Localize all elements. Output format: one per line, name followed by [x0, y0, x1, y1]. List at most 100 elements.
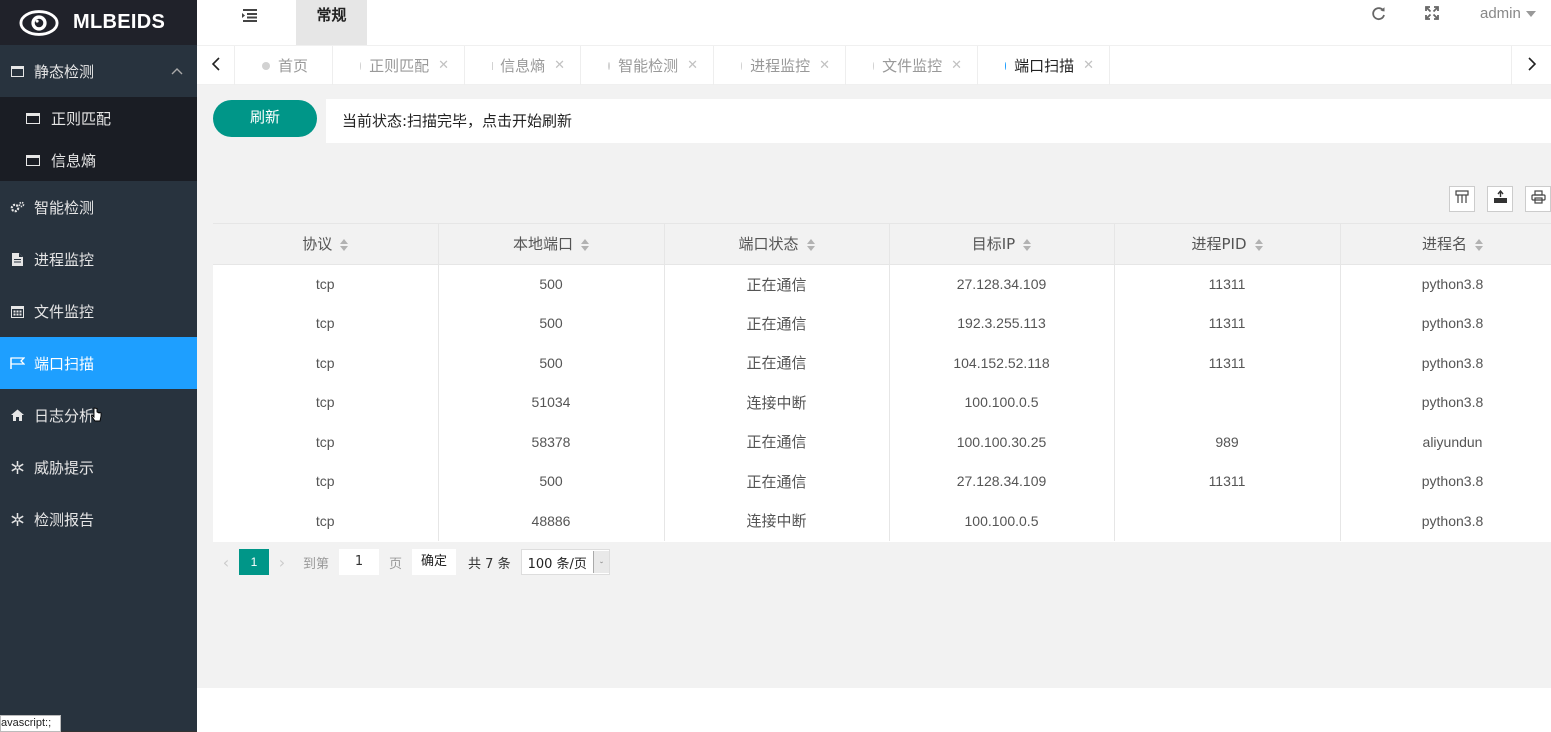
close-icon[interactable]: ✕ [1083, 58, 1094, 73]
column-header-process-name[interactable]: 进程名 [1340, 224, 1551, 265]
cell-target-ip: 27.128.34.109 [889, 264, 1115, 304]
cell-port-status: 正在通信 [664, 422, 890, 462]
prev-page-button[interactable]: ‹ [213, 553, 239, 572]
tab-process-monitor[interactable]: 进程监控 ✕ [714, 46, 846, 85]
print-button[interactable] [1525, 186, 1551, 212]
sidebar-item-label: 智能检测 [34, 198, 95, 217]
cell-process-name: python3.8 [1340, 343, 1551, 383]
tab-port-scan[interactable]: 端口扫描 ✕ [978, 46, 1110, 85]
refresh-button[interactable]: 刷新 [213, 100, 317, 137]
goto-suffix: 页 [389, 556, 403, 572]
cell-process-pid: 11311 [1114, 343, 1341, 383]
cell-protocol: tcp [213, 303, 439, 343]
table-row[interactable]: tcp 500 正在通信 192.3.255.113 11311 python3… [213, 303, 1551, 343]
cell-local-port: 48886 [438, 501, 665, 541]
scan-status-text: 当前状态:扫描完毕，点击开始刷新 [326, 99, 1551, 143]
refresh-icon[interactable] [1371, 6, 1387, 24]
column-header-port-status[interactable]: 端口状态 [664, 224, 890, 265]
sidebar-item-regex-match[interactable]: 正则匹配 [0, 97, 197, 139]
column-header-label: 协议 [302, 235, 333, 254]
goto-page-input[interactable]: 1 [339, 549, 380, 575]
tab-label: 正则匹配 [369, 57, 430, 75]
main-content: 刷新 当前状态:扫描完毕，点击开始刷新 协议 本地端口 端口状态 目标IP 进程… [197, 85, 1551, 688]
browser-status-link: avascript:; [0, 715, 61, 732]
sidebar-item-detection-report[interactable]: 检测报告 [0, 493, 197, 545]
column-header-local-port[interactable]: 本地端口 [438, 224, 665, 265]
chevron-up-icon [171, 64, 183, 78]
close-icon[interactable]: ✕ [554, 58, 565, 73]
snowflake-icon [9, 512, 25, 526]
cell-process-pid: 11311 [1114, 264, 1341, 304]
columns-filter-button[interactable] [1449, 186, 1475, 212]
cell-process-name: aliyundun [1340, 422, 1551, 462]
close-icon[interactable]: ✕ [819, 58, 830, 73]
column-header-protocol[interactable]: 协议 [213, 224, 439, 265]
sidebar-item-threat-alerts[interactable]: 威胁提示 [0, 441, 197, 493]
sort-icon[interactable] [806, 238, 815, 251]
cell-target-ip: 100.100.0.5 [889, 382, 1115, 422]
close-icon[interactable]: ✕ [438, 58, 449, 73]
sidebar-item-entropy[interactable]: 信息熵 [0, 139, 197, 181]
sidebar-item-label: 检测报告 [34, 510, 95, 529]
sort-icon[interactable] [1475, 238, 1483, 251]
table-row[interactable]: tcp 51034 连接中断 100.100.0.5 python3.8 [213, 382, 1551, 422]
cell-target-ip: 100.100.0.5 [889, 501, 1115, 541]
tab-file-monitor[interactable]: 文件监控 ✕ [846, 46, 978, 85]
goto-confirm-button[interactable]: 确定 [412, 549, 457, 575]
sidebar-item-label: 信息熵 [51, 151, 97, 170]
page-size-select[interactable]: 100 条/页 [520, 549, 610, 575]
brand-name: MLBEIDS [73, 11, 166, 33]
cell-local-port: 500 [438, 461, 665, 501]
sidebar-item-log-analysis[interactable]: 日志分析 [0, 389, 197, 441]
cell-port-status: 正在通信 [664, 303, 890, 343]
tab-home[interactable]: 首页 [235, 46, 333, 85]
tab-label: 进程监控 [750, 57, 811, 75]
user-menu[interactable]: admin [1480, 5, 1536, 22]
sidebar-item-file-monitor[interactable]: 文件监控 [0, 285, 197, 337]
status-dot [741, 61, 743, 70]
next-page-button[interactable]: › [269, 553, 295, 572]
table-row[interactable]: tcp 500 正在通信 27.128.34.109 11311 python3… [213, 264, 1551, 304]
cell-process-name: python3.8 [1340, 501, 1551, 541]
flag-icon [9, 357, 25, 369]
close-icon[interactable]: ✕ [687, 58, 698, 73]
print-icon [1530, 190, 1546, 208]
sidebar-item-label: 端口扫描 [34, 354, 95, 373]
pagination: ‹ 1 › 到第 1 页 确定 共 7 条 100 条/页 [213, 549, 610, 575]
tabs-scroll-right-button[interactable] [1511, 46, 1551, 85]
sidebar-item-static-detection[interactable]: 静态检测 [0, 45, 197, 97]
tab-label: 信息熵 [500, 57, 546, 75]
sort-icon[interactable] [1254, 238, 1263, 251]
cell-process-pid [1114, 382, 1341, 422]
status-dot [360, 61, 362, 70]
column-header-process-pid[interactable]: 进程PID [1114, 224, 1341, 265]
menu-toggle-icon[interactable] [241, 8, 259, 24]
calendar-icon [9, 305, 25, 318]
home-icon [9, 409, 25, 421]
sidebar-item-port-scan[interactable]: 端口扫描 [0, 337, 197, 389]
sort-icon[interactable] [581, 238, 589, 251]
sidebar-item-smart-detection[interactable]: 智能检测 [0, 181, 197, 233]
page-size-value: 100 条/页 [527, 556, 587, 572]
page-number-current[interactable]: 1 [239, 549, 269, 575]
sort-icon[interactable] [340, 238, 349, 251]
tab-regex-match[interactable]: 正则匹配 ✕ [333, 46, 465, 85]
table-row[interactable]: tcp 500 正在通信 104.152.52.118 11311 python… [213, 343, 1551, 383]
tabs-scroll-left-button[interactable] [197, 46, 235, 85]
table-row[interactable]: tcp 500 正在通信 27.128.34.109 11311 python3… [213, 461, 1551, 501]
tab-entropy[interactable]: 信息熵 ✕ [465, 46, 581, 85]
table-row[interactable]: tcp 58378 正在通信 100.100.30.25 989 aliyund… [213, 422, 1551, 462]
cell-port-status: 连接中断 [664, 501, 890, 541]
tab-general[interactable]: 常规 [296, 0, 367, 45]
sort-icon[interactable] [1023, 238, 1032, 251]
sidebar-item-label: 威胁提示 [34, 458, 95, 477]
column-header-target-ip[interactable]: 目标IP [889, 224, 1115, 265]
mouse-cursor-icon [90, 407, 103, 427]
tabs: 首页 正则匹配 ✕ 信息熵 ✕ 智能检测 ✕ 进程监控 ✕ 文件监控 ✕ 端口扫… [235, 46, 1110, 85]
sidebar-item-process-monitor[interactable]: 进程监控 [0, 233, 197, 285]
table-row[interactable]: tcp 48886 连接中断 100.100.0.5 python3.8 [213, 501, 1551, 541]
fullscreen-icon[interactable] [1425, 6, 1441, 24]
export-button[interactable] [1487, 186, 1513, 212]
close-icon[interactable]: ✕ [951, 58, 962, 73]
tab-smart-detection[interactable]: 智能检测 ✕ [581, 46, 714, 85]
